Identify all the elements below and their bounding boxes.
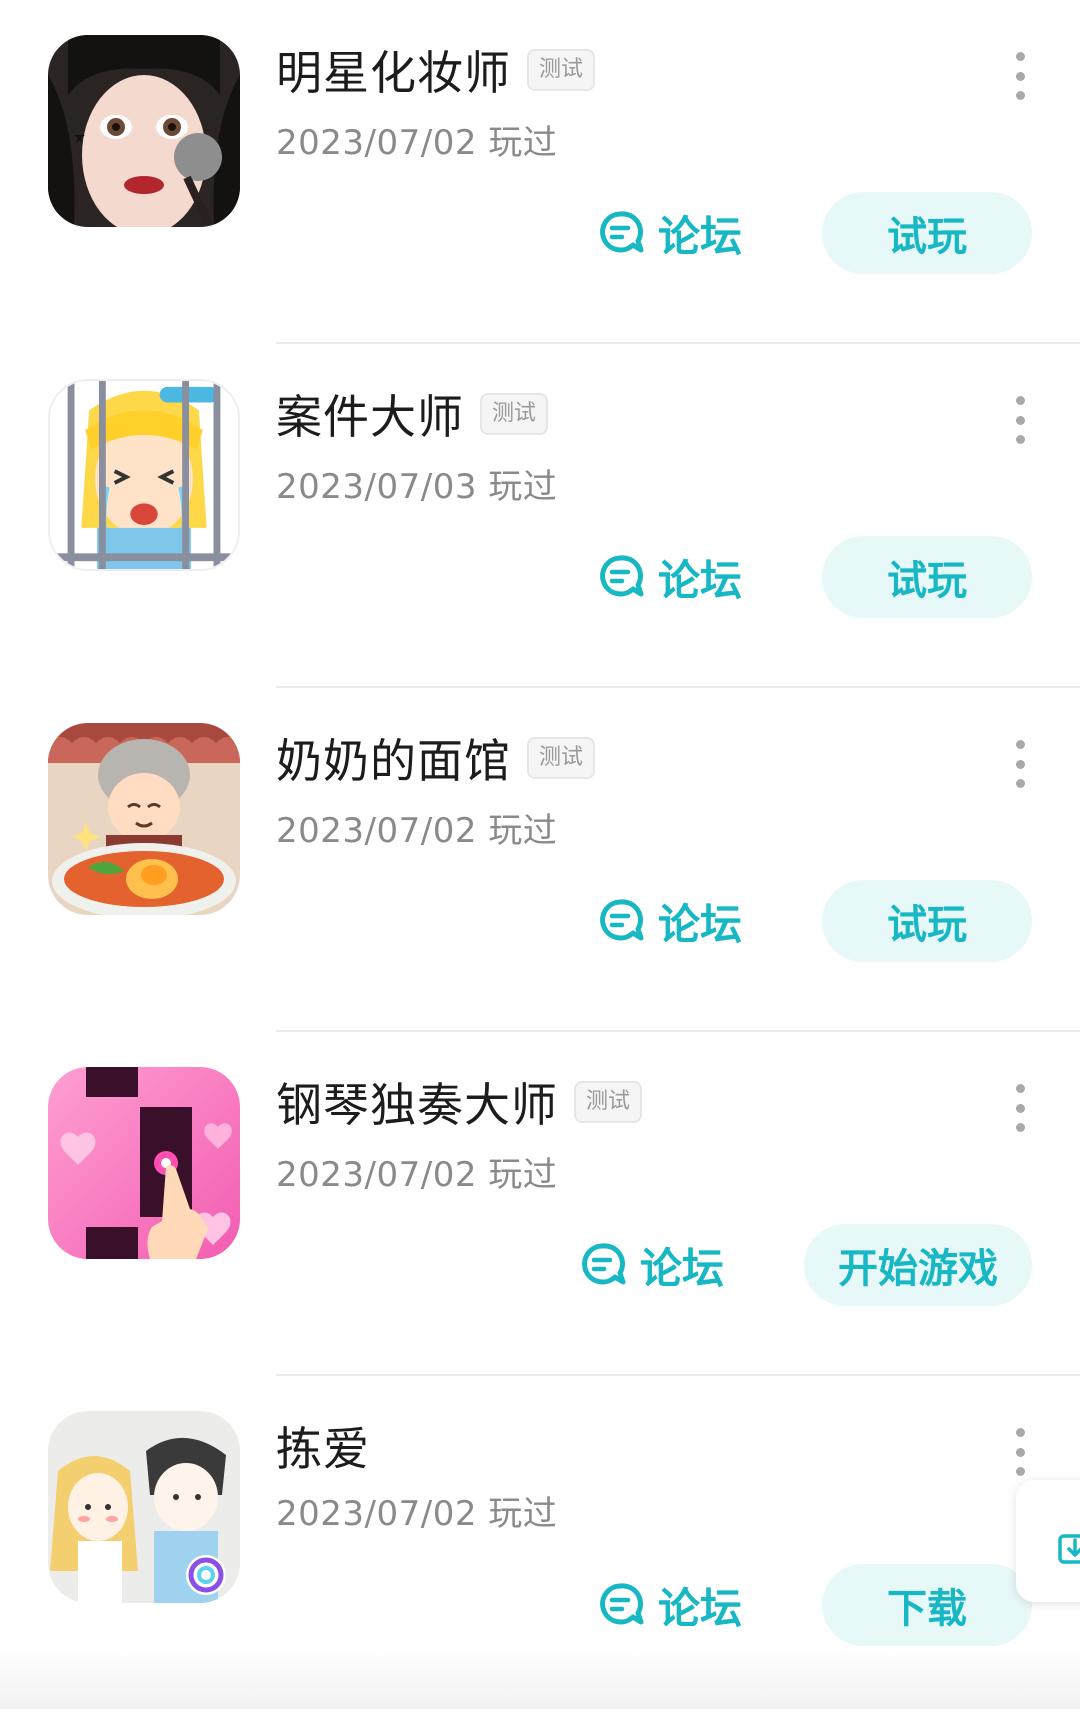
- game-title: 案件大师: [276, 390, 464, 444]
- game-title: 奶奶的面馆: [276, 734, 511, 788]
- forum-label: 论坛: [658, 899, 743, 949]
- game-title: 明星化妆师: [276, 46, 511, 100]
- sketch-couple-icon[interactable]: [48, 1411, 240, 1603]
- bottom-fade: [0, 1649, 1080, 1709]
- played-date: 2023/07/03 玩过: [276, 467, 558, 507]
- forum-button[interactable]: 论坛: [598, 886, 742, 956]
- try-play-button[interactable]: 试玩: [822, 536, 1032, 618]
- forum-label: 论坛: [658, 211, 743, 261]
- grandma-noodles-icon[interactable]: [48, 723, 240, 915]
- played-date: 2023/07/02 玩过: [276, 123, 558, 163]
- more-options-icon[interactable]: [1008, 740, 1032, 788]
- floating-download-panel[interactable]: [1016, 1480, 1080, 1602]
- test-badge: 测试: [527, 737, 596, 779]
- played-date: 2023/07/02 玩过: [276, 811, 558, 851]
- forum-label: 论坛: [658, 1583, 743, 1633]
- more-options-icon[interactable]: [1008, 396, 1032, 444]
- game-row-makeup[interactable]: 明星化妆师 测试 2023/07/02 玩过 论坛 试玩: [0, 0, 1080, 344]
- more-options-icon[interactable]: [1008, 1428, 1032, 1476]
- more-options-icon[interactable]: [1008, 52, 1032, 100]
- played-date: 2023/07/02 玩过: [276, 1155, 558, 1195]
- test-badge: 测试: [480, 393, 549, 435]
- download-button[interactable]: 下载: [822, 1564, 1032, 1646]
- forum-button[interactable]: 论坛: [598, 542, 742, 612]
- game-row-grandma-noodles[interactable]: 奶奶的面馆 测试 2023/07/02 玩过 论坛 试玩: [0, 688, 1080, 1032]
- makeup-girl-icon[interactable]: [48, 35, 240, 227]
- game-title: 钢琴独奏大师: [276, 1078, 558, 1132]
- test-badge: 测试: [574, 1081, 643, 1123]
- forum-label: 论坛: [640, 1243, 725, 1293]
- played-date: 2023/07/02 玩过: [276, 1494, 558, 1534]
- pink-piano-tiles-icon[interactable]: [48, 1067, 240, 1259]
- download-manager-icon: [1058, 1534, 1080, 1564]
- game-row-piano-solo[interactable]: 钢琴独奏大师 测试 2023/07/02 玩过 论坛 开始游戏: [0, 1032, 1080, 1376]
- game-title: 拣爱: [276, 1422, 370, 1476]
- forum-button[interactable]: 论坛: [598, 1570, 742, 1640]
- forum-label: 论坛: [658, 555, 743, 605]
- forum-button[interactable]: 论坛: [580, 1230, 724, 1300]
- forum-chat-icon: [600, 1583, 644, 1625]
- test-badge: 测试: [527, 49, 596, 91]
- start-game-button[interactable]: 开始游戏: [804, 1224, 1032, 1306]
- forum-button[interactable]: 论坛: [598, 198, 742, 268]
- forum-chat-icon: [600, 211, 644, 253]
- crying-girl-jail-icon[interactable]: [48, 379, 240, 571]
- game-row-case-master[interactable]: 案件大师 测试 2023/07/03 玩过 论坛 试玩: [0, 344, 1080, 688]
- try-play-button[interactable]: 试玩: [822, 192, 1032, 274]
- forum-chat-icon: [582, 1243, 626, 1285]
- forum-chat-icon: [600, 555, 644, 597]
- forum-chat-icon: [600, 899, 644, 941]
- more-options-icon[interactable]: [1008, 1084, 1032, 1132]
- try-play-button[interactable]: 试玩: [822, 880, 1032, 962]
